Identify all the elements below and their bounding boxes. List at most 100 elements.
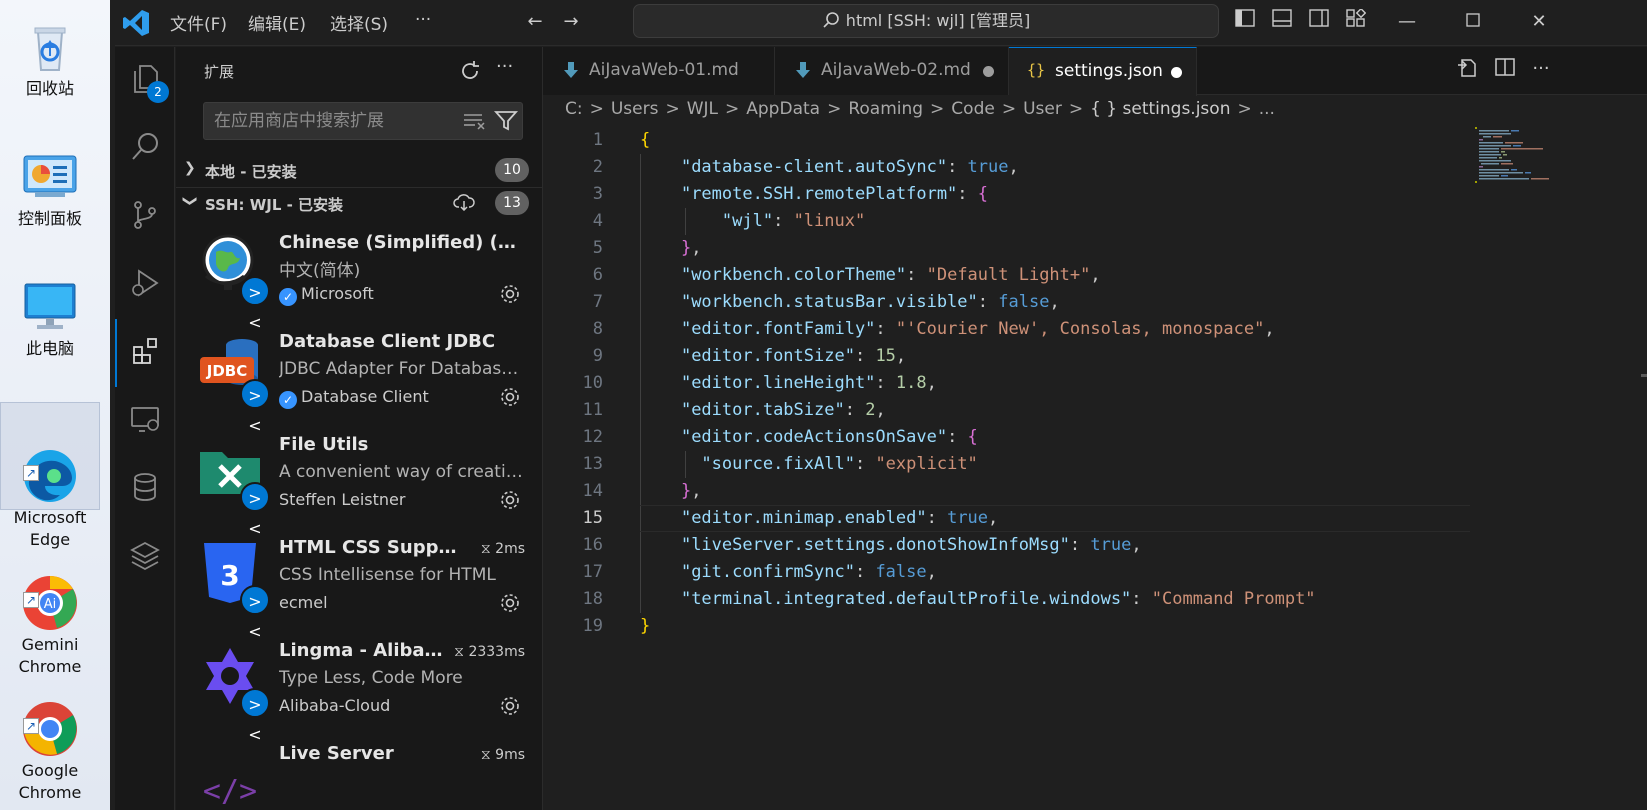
breadcrumb-item[interactable]: Code — [951, 99, 995, 119]
code-line: 9 "editor.fontSize": 15, — [592, 346, 907, 366]
breadcrumb-item[interactable]: AppData — [746, 99, 820, 119]
toggle-secondary-sidebar-icon[interactable] — [1305, 8, 1333, 36]
menu-more[interactable]: ··· — [415, 10, 431, 30]
activity-explorer[interactable]: 2 — [115, 47, 175, 115]
menu-file[interactable]: 文件(F) — [170, 10, 227, 35]
gear-icon[interactable] — [498, 694, 522, 718]
code-line: 2 "database-client.autoSync": true, — [592, 157, 1019, 177]
unsaved-dot-icon[interactable] — [1171, 67, 1182, 78]
code-line: 13 "source.fixAll": "explicit" — [582, 454, 978, 474]
close-icon[interactable]: ✕ — [1525, 8, 1553, 36]
maximize-icon[interactable] — [1459, 8, 1487, 36]
more-actions-icon[interactable]: ··· — [1527, 55, 1555, 83]
section-ssh-installed[interactable]: ❯ SSH: WJL - 已安装 13 — [176, 187, 542, 217]
source-control-icon — [129, 199, 161, 235]
extension-item[interactable]: >< File Utils A convenient way of creati… — [176, 426, 542, 538]
section-local-installed[interactable]: ❯ 本地 - 已安装 10 — [176, 155, 542, 185]
code-line: 14 }, — [582, 481, 702, 501]
gear-icon[interactable] — [498, 385, 522, 409]
desktop-icon-control-panel[interactable]: 控制面板 — [0, 148, 100, 230]
extension-item[interactable]: </> Live Server ⧖ 9ms — [176, 735, 542, 810]
customize-layout-icon[interactable] — [1342, 7, 1370, 36]
edge-icon: ↗ — [21, 425, 79, 502]
tab-aijavaweb-01[interactable]: AiJavaWeb-01.md — [543, 47, 775, 95]
breadcrumb-item[interactable]: Roaming — [848, 99, 923, 119]
tab-settings-json[interactable]: {} settings.json — [1009, 47, 1197, 96]
shortcut-arrow-icon: ↗ — [23, 718, 39, 734]
back-arrow-icon[interactable]: ← — [521, 8, 549, 36]
extension-name: Live Server — [279, 743, 394, 764]
recycle-bin-icon — [21, 18, 79, 76]
breadcrumb-item[interactable]: ... — [1259, 99, 1275, 119]
forward-arrow-icon[interactable]: → — [557, 8, 585, 36]
command-center[interactable]: html [SSH: wjl] [管理员] — [633, 4, 1219, 38]
activity-search[interactable] — [115, 115, 175, 183]
open-changes-icon[interactable] — [1453, 57, 1481, 85]
desktop-icon-recycle-bin[interactable]: 回收站 — [0, 18, 100, 100]
svg-text:Ai: Ai — [44, 597, 57, 612]
activity-stack[interactable] — [115, 523, 175, 591]
breadcrumb-item[interactable]: C: — [565, 99, 583, 119]
activity-remote-explorer[interactable] — [115, 387, 175, 455]
activity-source-control[interactable] — [115, 183, 175, 251]
chevron-down-icon: ❯ — [181, 195, 198, 207]
code-line: 8 "editor.fontFamily": "'Courier New', C… — [592, 319, 1275, 339]
split-editor-icon[interactable] — [1491, 57, 1519, 85]
breadcrumb-item[interactable]: WJL — [687, 99, 718, 119]
breadcrumb-item[interactable]: Users — [611, 99, 659, 119]
gear-icon[interactable] — [498, 488, 522, 512]
minimap[interactable] — [1475, 127, 1575, 187]
minimize-icon[interactable]: — — [1393, 8, 1421, 36]
code-line: 5 }, — [592, 238, 702, 258]
extension-name: File Utils — [279, 434, 369, 455]
activity-extensions[interactable] — [115, 319, 175, 387]
breadcrumb-item-file[interactable]: { } settings.json — [1090, 99, 1230, 119]
desktop-icon-edge[interactable]: ↗ Microsoft Edge — [0, 402, 100, 549]
extension-item[interactable]: JDBC >< Database Client JDBC JDBC Adapte… — [176, 323, 542, 435]
activity-run-debug[interactable] — [115, 251, 175, 319]
code-editor[interactable]: 1{ 2 "database-client.autoSync": true, 3… — [543, 127, 1647, 810]
extension-publisher: ✓ Database Client — [279, 387, 429, 409]
extension-search-input[interactable] — [204, 103, 454, 139]
desktop-icon-google-chrome[interactable]: ↗ Google Chrome — [0, 656, 100, 810]
extension-item[interactable]: >< Chinese (Simplified) (简体中文) Language … — [176, 220, 542, 332]
desktop-icon-label: 回收站 — [25, 79, 74, 98]
markdown-arrow-icon — [563, 61, 579, 84]
tab-aijavaweb-02[interactable]: AiJavaWeb-02.md — [775, 47, 1009, 95]
extension-item[interactable]: 3 >< HTML CSS Support ⧖ 2ms CSS Intellis… — [176, 529, 542, 641]
remote-extension-icon: >< — [240, 585, 270, 641]
database-icon — [129, 471, 161, 507]
extension-name: Database Client JDBC — [279, 331, 496, 352]
extension-description: CSS Intellisense for HTML — [279, 565, 496, 585]
control-panel-icon — [21, 148, 79, 206]
history-icon: ⧖ — [480, 747, 491, 763]
refresh-icon[interactable] — [458, 59, 482, 83]
extension-name: Chinese (Simplified) (简体中文) Language Pac… — [279, 232, 524, 253]
vertical-scrollbar[interactable] — [1639, 128, 1647, 810]
run-debug-icon — [129, 267, 161, 303]
gear-icon[interactable] — [498, 591, 522, 615]
unsaved-dot-icon[interactable] — [983, 66, 994, 77]
extension-name: Lingma - Alibaba Cloud AI Coding Assista… — [279, 640, 447, 661]
toggle-primary-sidebar-icon[interactable] — [1231, 8, 1259, 36]
menu-edit[interactable]: 编辑(E) — [248, 10, 306, 35]
vscode-window: 文件(F) 编辑(E) 选择(S) ··· ← → html [SSH: wjl… — [115, 0, 1647, 810]
svg-text:</>: </> — [203, 774, 257, 809]
explorer-badge: 2 — [147, 81, 169, 103]
desktop-icon-this-pc[interactable]: 此电脑 — [0, 278, 100, 360]
more-actions-icon[interactable]: ··· — [496, 56, 513, 77]
section-count: 10 — [495, 158, 529, 182]
code-line: 1{ — [592, 130, 651, 150]
cloud-download-icon[interactable] — [453, 193, 475, 215]
clear-filter-icon[interactable] — [462, 111, 486, 135]
breadcrumb-item[interactable]: User — [1023, 99, 1062, 119]
shortcut-arrow-icon: ↗ — [23, 592, 39, 608]
code-line: 11 "editor.tabSize": 2, — [582, 400, 886, 420]
toggle-panel-icon[interactable] — [1268, 8, 1296, 36]
gear-icon[interactable] — [498, 282, 522, 306]
editor-tabs: AiJavaWeb-01.md AiJavaWeb-02.md {} setti… — [543, 47, 1647, 96]
activity-database[interactable] — [115, 455, 175, 523]
filter-icon[interactable] — [493, 110, 519, 136]
menu-selection[interactable]: 选择(S) — [330, 10, 388, 35]
extension-item[interactable]: >< Lingma - Alibaba Cloud AI Coding Assi… — [176, 632, 542, 744]
